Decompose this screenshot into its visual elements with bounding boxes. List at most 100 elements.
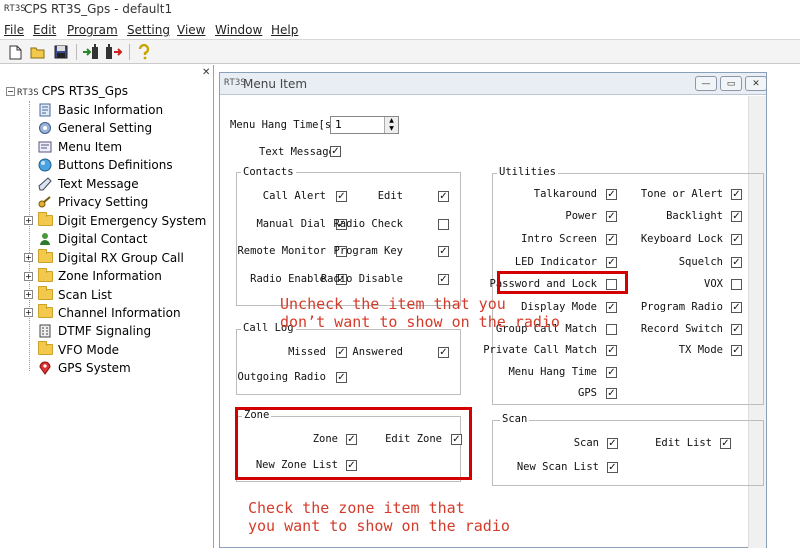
tree-item-privacy-setting[interactable]: Privacy Setting [24, 193, 148, 211]
write-radio-icon[interactable] [104, 42, 124, 62]
message-icon [37, 177, 53, 191]
expand-icon[interactable]: + [24, 253, 33, 263]
menu-hang-time-checkbox[interactable]: ✓ [606, 367, 617, 378]
tone-or-alert-checkbox[interactable]: ✓ [731, 189, 742, 200]
new-file-icon[interactable] [5, 42, 25, 62]
tree-item-vfo-mode[interactable]: VFO Mode [24, 341, 119, 359]
tree-item-zone-information[interactable]: + Zone Information [24, 267, 162, 285]
private-call-match-label: Private Call Match [483, 344, 597, 356]
display-mode-label: Display Mode [521, 301, 597, 313]
call-alert-label: Call Alert [262, 190, 326, 202]
missed-label: Missed [288, 346, 326, 358]
menubar: File Edit Program Setting View Window He… [0, 20, 800, 40]
led-indicator-checkbox[interactable]: ✓ [606, 257, 617, 268]
uncheck-note-line2: don’t want to show on the radio [280, 313, 560, 331]
menu-window[interactable]: Window [215, 23, 262, 37]
tree-item-basic-information[interactable]: Basic Information [24, 101, 163, 119]
tree-item-menu-item[interactable]: Menu Item [24, 138, 122, 156]
menu-help[interactable]: Help [271, 23, 298, 37]
program-radio-checkbox[interactable]: ✓ [731, 302, 742, 313]
vox-checkbox[interactable] [731, 279, 742, 290]
display-mode-checkbox[interactable]: ✓ [606, 302, 617, 313]
spin-down-icon[interactable]: ▼ [384, 125, 398, 133]
menu-program[interactable]: Program [67, 23, 118, 37]
new-scan-list-checkbox[interactable]: ✓ [607, 462, 618, 473]
open-folder-icon[interactable] [28, 42, 48, 62]
program-key-checkbox[interactable]: ✓ [438, 246, 449, 257]
radio-disable-checkbox[interactable]: ✓ [438, 274, 449, 285]
edit-label: Edit [377, 190, 403, 202]
tree-root[interactable]: − RT3S CPS RT3S_Gps [6, 84, 128, 98]
uncheck-note-line1: Uncheck the item that you [280, 295, 506, 313]
outgoing-radio-checkbox[interactable]: ✓ [336, 372, 347, 383]
close-icon[interactable]: ✕ [202, 67, 210, 78]
expand-icon[interactable]: + [24, 308, 33, 318]
tree-item-digital-rx-group-call[interactable]: + Digital RX Group Call [24, 249, 184, 267]
tx-mode-checkbox[interactable]: ✓ [731, 345, 742, 356]
menu-edit[interactable]: Edit [33, 23, 56, 37]
close-button[interactable]: ✕ [745, 76, 767, 91]
tree-item-label: Digit Emergency System [58, 213, 207, 228]
tree-item-digit-emergency-system[interactable]: + Digit Emergency System [24, 212, 206, 230]
spin-up-icon[interactable]: ▲ [384, 117, 398, 125]
edit-checkbox[interactable]: ✓ [438, 191, 449, 202]
tree-item-text-message[interactable]: Text Message [24, 175, 139, 193]
keyboard-lock-checkbox[interactable]: ✓ [731, 234, 742, 245]
edit-list-checkbox[interactable]: ✓ [720, 438, 731, 449]
tree-item-general-setting[interactable]: General Setting [24, 119, 152, 137]
dtmf-icon [37, 324, 53, 338]
tree-item-dtmf-signaling[interactable]: DTMF Signaling [24, 322, 151, 340]
talkaround-checkbox[interactable]: ✓ [606, 189, 617, 200]
radio-check-checkbox[interactable] [438, 219, 449, 230]
basic-info-icon [37, 103, 53, 117]
group-call-match-checkbox[interactable] [606, 324, 617, 335]
tree-item-digital-contact[interactable]: Digital Contact [24, 230, 147, 248]
text-message-checkbox[interactable]: ✓ [330, 146, 341, 157]
expand-icon[interactable]: + [24, 216, 33, 226]
intro-screen-checkbox[interactable]: ✓ [606, 234, 617, 245]
toolbar [0, 40, 800, 64]
squelch-label: Squelch [678, 256, 723, 268]
app-titlebar: RT3S CPS RT3S_Gps - default1 [0, 0, 800, 20]
minimize-button[interactable]: — [695, 76, 717, 91]
tree-item-gps-system[interactable]: GPS System [24, 359, 131, 377]
missed-checkbox[interactable]: ✓ [336, 347, 347, 358]
menu-file[interactable]: File [4, 23, 24, 37]
utilities-group-label: Utilities [497, 166, 558, 178]
power-checkbox[interactable]: ✓ [606, 211, 617, 222]
tree-item-label: General Setting [58, 121, 153, 136]
spin-value: 1 [335, 118, 342, 131]
menu-setting[interactable]: Setting [127, 23, 170, 37]
menu-item-icon [37, 140, 53, 154]
save-icon[interactable] [51, 42, 71, 62]
collapse-icon[interactable]: − [6, 87, 15, 96]
answered-checkbox[interactable]: ✓ [438, 347, 449, 358]
tree-item-label: Zone Information [58, 269, 162, 284]
tree-item-scan-list[interactable]: + Scan List [24, 286, 112, 304]
squelch-checkbox[interactable]: ✓ [731, 257, 742, 268]
scan-group [492, 420, 764, 486]
tree-item-label: Buttons Definitions [58, 158, 173, 173]
remote-monitor-label: Remote Monitor [237, 245, 326, 257]
expand-icon[interactable]: + [24, 290, 33, 299]
menu-hang-time-input[interactable]: 1 ▲ ▼ [330, 116, 399, 134]
folder-icon [37, 304, 53, 320]
private-call-match-checkbox[interactable]: ✓ [606, 345, 617, 356]
toolbar-separator [76, 44, 77, 60]
help-icon[interactable] [134, 42, 154, 62]
maximize-button[interactable]: ▭ [720, 76, 742, 91]
tree-item-buttons-definitions[interactable]: Buttons Definitions [24, 156, 173, 174]
call-alert-checkbox[interactable]: ✓ [336, 191, 347, 202]
tree-item-channel-information[interactable]: + Channel Information [24, 304, 181, 322]
scan-checkbox[interactable]: ✓ [607, 438, 618, 449]
menu-view[interactable]: View [177, 23, 205, 37]
read-radio-icon[interactable] [81, 42, 101, 62]
edit-list-label: Edit List [655, 437, 712, 449]
gps-checkbox[interactable]: ✓ [606, 388, 617, 399]
record-switch-checkbox[interactable]: ✓ [731, 324, 742, 335]
child-title: Menu Item [243, 77, 308, 91]
expand-icon[interactable]: + [24, 271, 33, 281]
backlight-checkbox[interactable]: ✓ [731, 211, 742, 222]
call-log-group [236, 329, 461, 395]
gps-label: GPS [578, 387, 597, 399]
